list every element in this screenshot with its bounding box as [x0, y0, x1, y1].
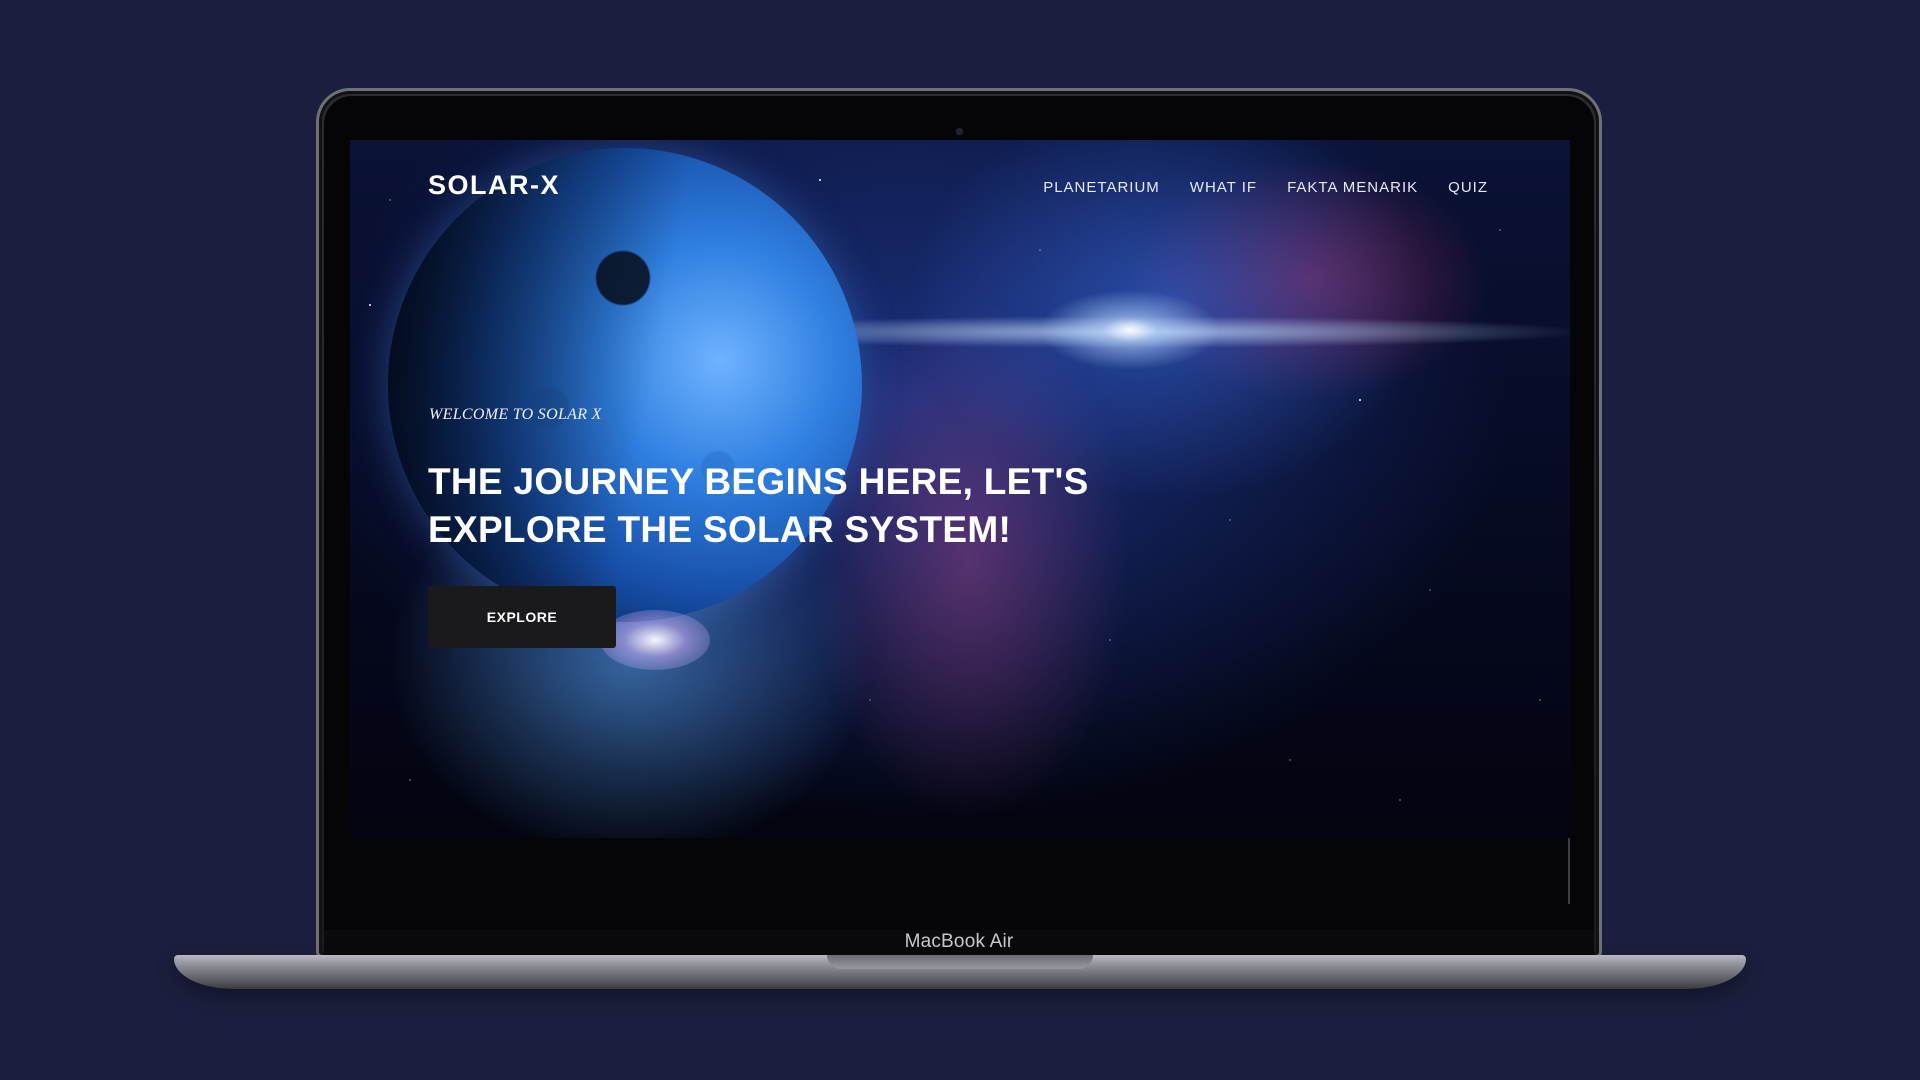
nav-item-what-if: WHAT IF	[1190, 179, 1257, 197]
nav-link-planetarium[interactable]: PLANETARIUM	[1043, 179, 1160, 196]
navbar: SOLAR-X PLANETARIUM WHAT IF FAKTA MENARI…	[428, 170, 1488, 210]
nav-item-fakta-menarik: FAKTA MENARIK	[1287, 179, 1418, 197]
laptop-chin: MacBook Air	[324, 930, 1594, 958]
welcome-subtitle: WELCOME TO SOLAR X	[429, 406, 602, 423]
below-fold-section	[350, 838, 1570, 904]
scrollbar[interactable]	[1568, 838, 1570, 904]
model-label: MacBook Air	[904, 931, 1014, 952]
hero-section: SOLAR-X PLANETARIUM WHAT IF FAKTA MENARI…	[350, 140, 1570, 838]
nav-link-what-if[interactable]: WHAT IF	[1190, 179, 1257, 196]
nav-item-planetarium: PLANETARIUM	[1043, 179, 1160, 197]
nav-menu: PLANETARIUM WHAT IF FAKTA MENARIK QUIZ	[1043, 179, 1488, 197]
brand-logo[interactable]: SOLAR-X	[428, 170, 560, 201]
lid-opening-notch	[827, 955, 1093, 969]
explore-button[interactable]: EXPLORE	[428, 586, 616, 648]
website-screen: SOLAR-X PLANETARIUM WHAT IF FAKTA MENARI…	[350, 140, 1570, 904]
presentation-stage: MacBook Air SOLAR-X PLANETARIUM WHAT IF	[0, 0, 1920, 1080]
nav-link-fakta-menarik[interactable]: FAKTA MENARIK	[1287, 179, 1418, 196]
hero-headline: THE JOURNEY BEGINS HERE, LET'S EXPLORE T…	[428, 461, 1089, 550]
laptop-base	[174, 955, 1746, 989]
camera-icon	[956, 128, 963, 135]
nebula-glow	[600, 610, 710, 670]
nav-item-quiz: QUIZ	[1448, 179, 1488, 197]
nav-link-quiz[interactable]: QUIZ	[1448, 179, 1488, 196]
